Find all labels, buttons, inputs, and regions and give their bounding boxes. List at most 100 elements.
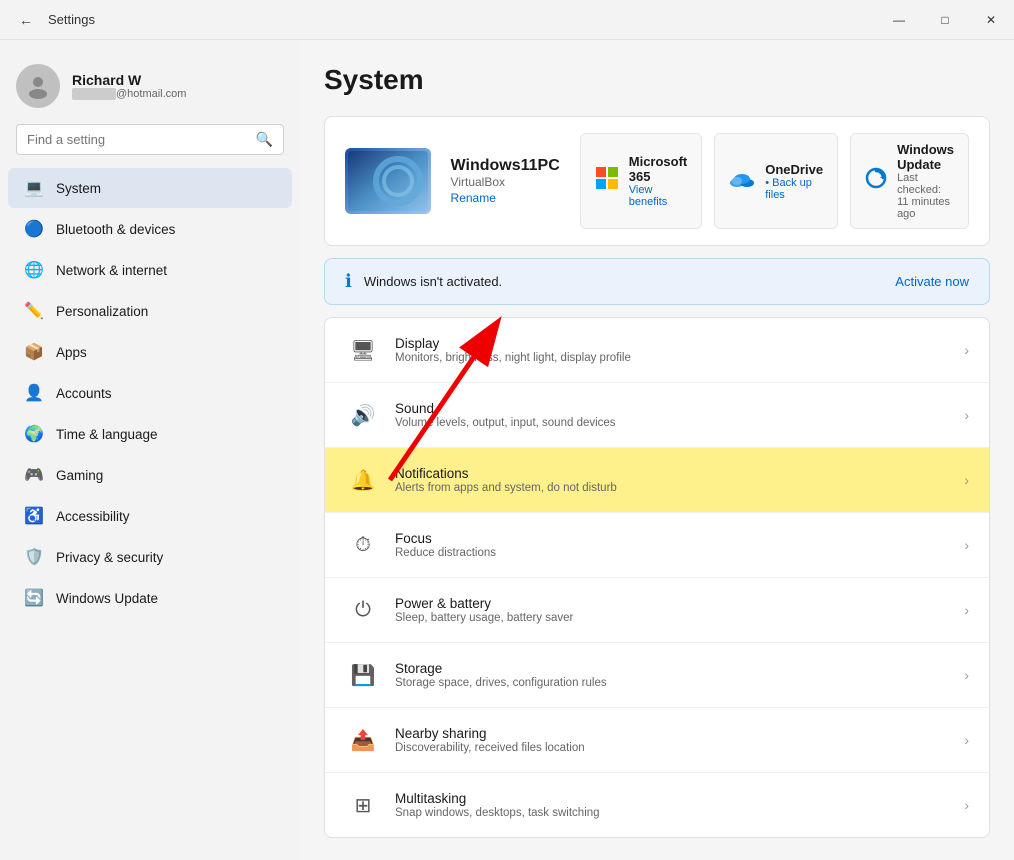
search-icon: 🔍: [256, 131, 273, 148]
settings-item-storage[interactable]: 💾 Storage Storage space, drives, configu…: [325, 643, 989, 708]
titlebar: ← Settings — □ ✕: [0, 0, 1014, 40]
user-email: xxxxxxxx@hotmail.com: [72, 88, 186, 100]
onedrive-title: OneDrive: [765, 162, 823, 177]
sidebar-item-label: Bluetooth & devices: [56, 222, 175, 237]
settings-item-display[interactable]: 🖥 Display Monitors, brightness, night li…: [325, 318, 989, 383]
settings-item-notifications[interactable]: 🔔 Notifications Alerts from apps and sys…: [325, 448, 989, 513]
device-name: Windows11PC: [451, 157, 560, 175]
sidebar-item-privacy[interactable]: 🛡️ Privacy & security: [8, 537, 292, 577]
sound-title: Sound: [395, 401, 964, 416]
minimize-button[interactable]: —: [876, 0, 922, 40]
windows-update-icon: [865, 167, 887, 195]
info-icon: ℹ: [345, 271, 352, 292]
user-profile[interactable]: Richard W xxxxxxxx@hotmail.com: [0, 56, 300, 124]
microsoft365-icon: [595, 166, 619, 196]
maximize-button[interactable]: □: [922, 0, 968, 40]
app-container: Richard W xxxxxxxx@hotmail.com 🔍 💻 Syste…: [0, 40, 1014, 860]
sidebar-item-apps[interactable]: 📦 Apps: [8, 332, 292, 372]
device-info: Windows11PC VirtualBox Rename: [451, 157, 560, 205]
activate-now-link[interactable]: Activate now: [895, 274, 969, 289]
display-icon: 🖥: [345, 332, 381, 368]
chevron-right-icon: ›: [964, 797, 969, 813]
main-content: System Windows11: [300, 40, 1014, 860]
privacy-icon: 🛡️: [24, 547, 44, 567]
sidebar-item-label: Accounts: [56, 386, 112, 401]
sidebar-item-network[interactable]: 🌐 Network & internet: [8, 250, 292, 290]
bluetooth-icon: 🔵: [24, 219, 44, 239]
microsoft365-item[interactable]: Microsoft 365 View benefits: [580, 133, 703, 229]
sidebar-item-time[interactable]: 🌍 Time & language: [8, 414, 292, 454]
power-sub: Sleep, battery usage, battery saver: [395, 612, 964, 624]
multitasking-sub: Snap windows, desktops, task switching: [395, 807, 964, 819]
settings-item-power[interactable]: ⏻ Power & battery Sleep, battery usage, …: [325, 578, 989, 643]
chevron-right-icon: ›: [964, 537, 969, 553]
microsoft365-sub: View benefits: [629, 184, 688, 208]
sidebar-item-accounts[interactable]: 👤 Accounts: [8, 373, 292, 413]
onedrive-icon: [729, 169, 755, 193]
sidebar-item-label: Windows Update: [56, 591, 158, 606]
chevron-right-icon: ›: [964, 732, 969, 748]
nearby-icon: 📤: [345, 722, 381, 758]
update-sub: Last checked: 11 minutes ago: [897, 172, 954, 220]
storage-icon: 💾: [345, 657, 381, 693]
sidebar-item-system[interactable]: 💻 System: [8, 168, 292, 208]
activation-banner: ℹ Windows isn't activated. Activate now: [324, 258, 990, 305]
chevron-right-icon: ›: [964, 342, 969, 358]
sidebar-item-gaming[interactable]: 🎮 Gaming: [8, 455, 292, 495]
sidebar-item-update[interactable]: 🔄 Windows Update: [8, 578, 292, 618]
activation-text: Windows isn't activated.: [364, 274, 895, 289]
sidebar-item-personalization[interactable]: ✏️ Personalization: [8, 291, 292, 331]
time-icon: 🌍: [24, 424, 44, 444]
settings-item-nearby[interactable]: 📤 Nearby sharing Discoverability, receiv…: [325, 708, 989, 773]
notifications-title: Notifications: [395, 466, 964, 481]
sidebar-item-label: Accessibility: [56, 509, 130, 524]
power-icon: ⏻: [345, 592, 381, 628]
search-input[interactable]: [27, 132, 248, 147]
chevron-right-icon: ›: [964, 602, 969, 618]
device-image: [345, 148, 431, 214]
windows-update-item[interactable]: Windows Update Last checked: 11 minutes …: [850, 133, 969, 229]
settings-item-sound[interactable]: 🔊 Sound Volume levels, output, input, so…: [325, 383, 989, 448]
onedrive-item[interactable]: OneDrive • Back up files: [714, 133, 838, 229]
accessibility-icon: ♿: [24, 506, 44, 526]
accounts-icon: 👤: [24, 383, 44, 403]
storage-sub: Storage space, drives, configuration rul…: [395, 677, 964, 689]
search-box[interactable]: 🔍: [16, 124, 284, 155]
sound-icon: 🔊: [345, 397, 381, 433]
update-title: Windows Update: [897, 142, 954, 172]
sidebar-item-label: Gaming: [56, 468, 103, 483]
storage-title: Storage: [395, 661, 964, 676]
close-button[interactable]: ✕: [968, 0, 1014, 40]
settings-item-multitasking[interactable]: ⊞ Multitasking Snap windows, desktops, t…: [325, 773, 989, 837]
network-icon: 🌐: [24, 260, 44, 280]
focus-icon: ⏱: [345, 527, 381, 563]
user-name: Richard W: [72, 72, 186, 88]
sound-sub: Volume levels, output, input, sound devi…: [395, 417, 964, 429]
window-controls: — □ ✕: [876, 0, 1014, 40]
device-section: Windows11PC VirtualBox Rename: [324, 116, 990, 246]
cloud-section: Microsoft 365 View benefits: [580, 133, 969, 229]
sidebar-item-label: Network & internet: [56, 263, 167, 278]
sidebar-item-bluetooth[interactable]: 🔵 Bluetooth & devices: [8, 209, 292, 249]
onedrive-sub: • Back up files: [765, 177, 823, 201]
back-button[interactable]: ←: [12, 6, 40, 34]
nearby-sub: Discoverability, received files location: [395, 742, 964, 754]
apps-icon: 📦: [24, 342, 44, 362]
nav-list: 💻 System 🔵 Bluetooth & devices 🌐 Network…: [0, 167, 300, 619]
microsoft365-title: Microsoft 365: [629, 154, 688, 184]
sidebar-item-label: Time & language: [56, 427, 158, 442]
settings-item-focus[interactable]: ⏱ Focus Reduce distractions ›: [325, 513, 989, 578]
notifications-sub: Alerts from apps and system, do not dist…: [395, 482, 964, 494]
rename-link[interactable]: Rename: [451, 191, 560, 205]
sidebar-item-label: Apps: [56, 345, 87, 360]
sidebar-item-label: Personalization: [56, 304, 148, 319]
nearby-title: Nearby sharing: [395, 726, 964, 741]
sidebar-item-label: System: [56, 181, 101, 196]
power-title: Power & battery: [395, 596, 964, 611]
display-title: Display: [395, 336, 964, 351]
sidebar-item-accessibility[interactable]: ♿ Accessibility: [8, 496, 292, 536]
notifications-icon: 🔔: [345, 462, 381, 498]
focus-sub: Reduce distractions: [395, 547, 964, 559]
settings-list: 🖥 Display Monitors, brightness, night li…: [324, 317, 990, 838]
chevron-right-icon: ›: [964, 667, 969, 683]
